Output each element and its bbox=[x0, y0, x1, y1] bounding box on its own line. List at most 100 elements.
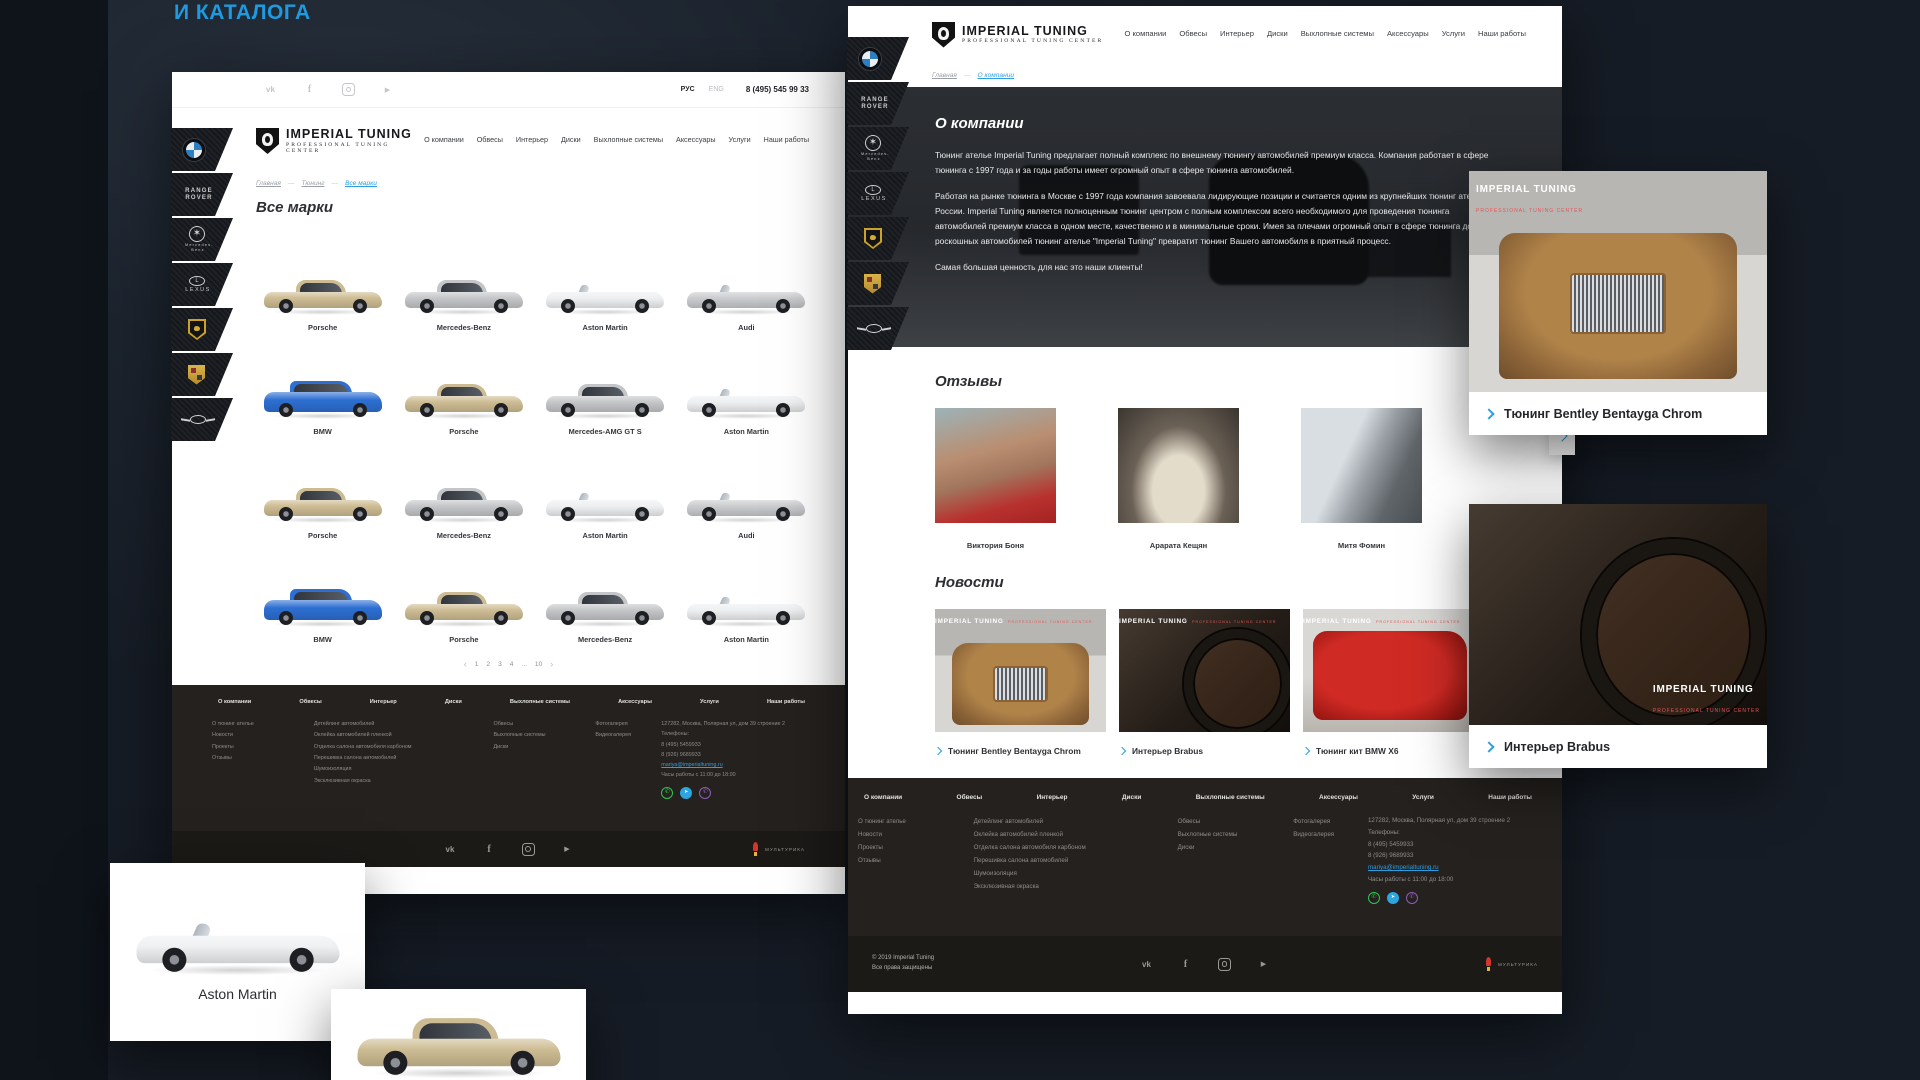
car-card[interactable]: BMW bbox=[252, 334, 393, 437]
footer-phone-1[interactable]: 8 (495) 5459933 bbox=[1368, 839, 1538, 851]
nav-item[interactable]: Интерьер bbox=[1220, 29, 1254, 41]
brand-tile[interactable] bbox=[847, 37, 909, 80]
footer-phone-1[interactable]: 8 (495) 5459933 bbox=[661, 740, 811, 750]
brand-tile[interactable] bbox=[171, 353, 233, 396]
brabus-news-card[interactable]: IMPERIAL TUNING PROFESSIONAL TUNING CENT… bbox=[1469, 504, 1767, 766]
footer-link[interactable]: Отделка салона автомобиля карбоном bbox=[974, 841, 1178, 854]
footer-heading-link[interactable]: О компании bbox=[218, 699, 251, 705]
breadcrumb-item[interactable]: Все марки bbox=[345, 180, 377, 187]
brand-tile[interactable] bbox=[847, 217, 909, 260]
footer-heading-link[interactable]: Интерьер bbox=[1037, 794, 1068, 801]
nav-item[interactable]: Диски bbox=[561, 135, 581, 147]
nav-item[interactable]: Диски bbox=[1267, 29, 1288, 41]
car-card[interactable]: Mercedes-Benz bbox=[535, 542, 676, 645]
social-icon[interactable] bbox=[264, 83, 277, 96]
footer-link[interactable]: Обвесы bbox=[1178, 815, 1294, 828]
aston-martin-card[interactable]: Aston Martin bbox=[110, 863, 365, 1041]
footer-link[interactable]: Выхлопные системы bbox=[494, 730, 596, 741]
footer-link[interactable]: Проекты bbox=[212, 742, 314, 753]
nav-item[interactable]: О компании bbox=[1124, 29, 1166, 41]
pagination-page[interactable]: 3 bbox=[498, 661, 502, 668]
footer-link[interactable]: Перешивка салона автомобилей bbox=[974, 854, 1178, 867]
review-card[interactable]: Виктория Боня bbox=[935, 408, 1056, 550]
breadcrumb-item[interactable]: О компании bbox=[978, 72, 1015, 79]
messenger-icon[interactable] bbox=[1368, 892, 1380, 904]
social-icon[interactable] bbox=[522, 843, 535, 856]
messenger-icon[interactable] bbox=[680, 787, 692, 799]
footer-link[interactable]: Оклейка автомобилей пленкой bbox=[314, 730, 494, 741]
footer-link[interactable]: Эксклюзивная окраска bbox=[974, 880, 1178, 893]
car-card[interactable]: Mercedes-AMG GT S bbox=[535, 334, 676, 437]
footer-link[interactable]: Видеогалерея bbox=[1293, 828, 1368, 841]
brand-tile[interactable] bbox=[171, 398, 233, 441]
footer-link[interactable]: Диски bbox=[494, 742, 596, 753]
footer-heading-link[interactable]: Обвесы bbox=[957, 794, 983, 801]
site-logo[interactable]: IMPERIAL TUNING PROFESSIONAL TUNING CENT… bbox=[256, 128, 424, 154]
footer-link[interactable]: Фотогалерея bbox=[1293, 815, 1368, 828]
footer-link[interactable]: О тюнинг ателье bbox=[212, 719, 314, 730]
nav-item[interactable]: Выхлопные системы bbox=[594, 135, 663, 147]
car-card[interactable]: Porsche bbox=[393, 542, 534, 645]
footer-link[interactable]: Диски bbox=[1178, 841, 1294, 854]
car-card[interactable]: Audi bbox=[676, 438, 817, 541]
footer-heading-link[interactable]: Наши работы bbox=[1488, 794, 1532, 801]
footer-heading-link[interactable]: Услуги bbox=[700, 699, 719, 705]
news-card[interactable]: IMPERIAL TUNING PROFESSIONAL TUNING CENT… bbox=[1119, 609, 1290, 756]
car-card[interactable]: Audi bbox=[676, 230, 817, 333]
nav-item[interactable]: Интерьер bbox=[516, 135, 548, 147]
car-card[interactable]: Aston Martin bbox=[535, 438, 676, 541]
nav-item[interactable]: Услуги bbox=[729, 135, 751, 147]
pagination-page[interactable]: 1 bbox=[475, 661, 479, 668]
footer-link[interactable]: Эксклюзивная окраска bbox=[314, 776, 494, 787]
car-card[interactable]: BMW bbox=[252, 542, 393, 645]
social-icon[interactable] bbox=[1218, 958, 1231, 971]
review-card[interactable]: Митя Фомин bbox=[1301, 408, 1422, 550]
footer-link[interactable]: Детейлинг автомобилей bbox=[314, 719, 494, 730]
footer-phone-2[interactable]: 8 (926) 9689933 bbox=[661, 750, 811, 760]
brand-tile[interactable] bbox=[171, 308, 233, 351]
footer-heading-link[interactable]: Услуги bbox=[1412, 794, 1434, 801]
messenger-icon[interactable] bbox=[1387, 892, 1399, 904]
footer-link[interactable]: Отзывы bbox=[858, 854, 974, 867]
footer-link[interactable]: Перешивка салона автомобилей bbox=[314, 753, 494, 764]
car-card[interactable]: Porsche bbox=[393, 334, 534, 437]
nav-item[interactable]: Обвесы bbox=[477, 135, 503, 147]
car-card[interactable]: Mercedes-Benz bbox=[393, 230, 534, 333]
breadcrumb-item[interactable]: Главная bbox=[932, 72, 971, 79]
social-icon[interactable] bbox=[303, 83, 316, 96]
messenger-icon[interactable] bbox=[699, 787, 711, 799]
news-card[interactable]: IMPERIAL TUNING PROFESSIONAL TUNING CENT… bbox=[1303, 609, 1474, 756]
nav-item[interactable]: Обвесы bbox=[1179, 29, 1207, 41]
social-icon[interactable] bbox=[444, 843, 457, 856]
footer-heading-link[interactable]: Аксессуары bbox=[1319, 794, 1358, 801]
social-icon[interactable] bbox=[483, 843, 496, 856]
messenger-icon[interactable] bbox=[661, 787, 673, 799]
pagination-prev[interactable]: ‹ bbox=[464, 659, 467, 669]
brand-tile[interactable]: RANGE ROVER bbox=[847, 82, 909, 125]
social-icon[interactable] bbox=[1257, 958, 1270, 971]
header-phone[interactable]: 8 (495) 545 99 33 bbox=[746, 85, 809, 94]
brand-tile[interactable]: Mercedes-Benz bbox=[171, 218, 233, 261]
nav-item[interactable]: Наши работы bbox=[764, 135, 809, 147]
social-icon[interactable] bbox=[381, 83, 394, 96]
bentley-news-card[interactable]: IMPERIAL TUNING PROFESSIONAL TUNING CENT… bbox=[1469, 171, 1767, 435]
brand-tile[interactable] bbox=[171, 128, 233, 171]
brand-tile[interactable]: Mercedes-Benz bbox=[847, 127, 909, 170]
social-icon[interactable] bbox=[1179, 958, 1192, 971]
breadcrumb-item[interactable]: Тюнинг bbox=[302, 180, 339, 187]
social-icon[interactable] bbox=[342, 83, 355, 96]
footer-heading-link[interactable]: Диски bbox=[445, 699, 462, 705]
footer-heading-link[interactable]: Выхлопные системы bbox=[510, 699, 570, 705]
pagination-page[interactable]: 4 bbox=[510, 661, 514, 668]
lang-rus[interactable]: РУС bbox=[681, 86, 695, 93]
footer-heading-link[interactable]: Выхлопные системы bbox=[1196, 794, 1265, 801]
footer-phone-2[interactable]: 8 (926) 9689933 bbox=[1368, 850, 1538, 862]
footer-heading-link[interactable]: О компании bbox=[864, 794, 902, 801]
footer-link[interactable]: Шумоизоляция bbox=[314, 764, 494, 775]
footer-link[interactable]: Видеогалерея bbox=[595, 730, 661, 741]
nav-item[interactable]: О компании bbox=[424, 135, 464, 147]
footer-heading-link[interactable]: Наши работы bbox=[767, 699, 805, 705]
footer-link[interactable]: Детейлинг автомобилей bbox=[974, 815, 1178, 828]
car-card[interactable]: Aston Martin bbox=[676, 334, 817, 437]
nav-item[interactable]: Наши работы bbox=[1478, 29, 1526, 41]
